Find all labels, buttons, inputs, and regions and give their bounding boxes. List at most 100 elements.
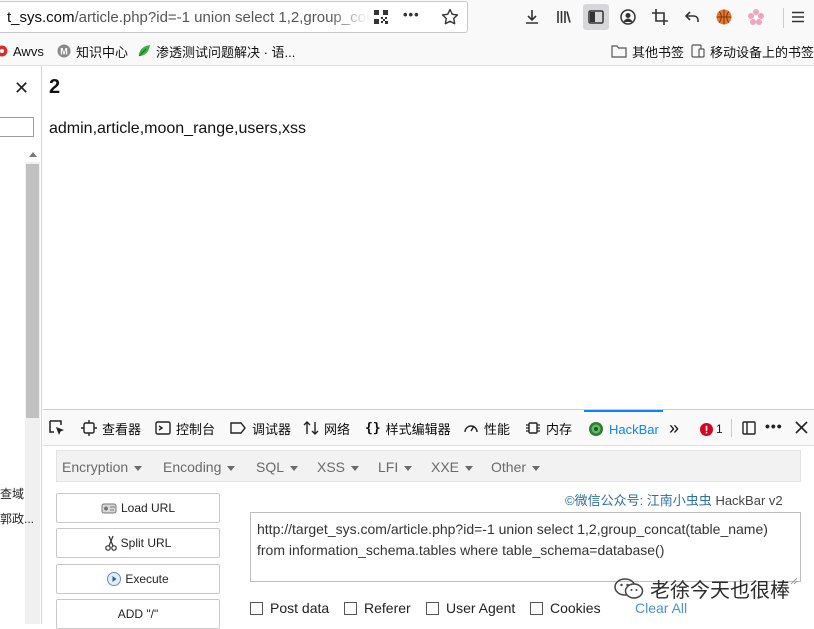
address-bar[interactable]: t_sys.com/article.php?id=-1 union select… [0, 1, 468, 33]
tab-hackbar[interactable]: HackBar [584, 410, 663, 446]
checkbox-label: User Agent [446, 600, 516, 616]
tab-debugger[interactable]: 调试器 [229, 410, 291, 446]
hackbar-brand: ©微信公众号: 江南小虫虫 HackBar v2 [565, 490, 783, 509]
checkbox-box[interactable] [250, 601, 263, 615]
tab-style-editor[interactable]: {} 样式编辑器 [365, 410, 451, 446]
menu-lfi[interactable]: LFI [378, 459, 413, 475]
caret-down-icon [290, 465, 299, 471]
basketball-extension-icon[interactable] [711, 4, 737, 30]
caret-down-icon [351, 465, 360, 471]
load-url-button[interactable]: Load URL [56, 493, 220, 523]
close-icon[interactable]: ✕ [14, 78, 29, 99]
account-icon[interactable] [615, 4, 641, 30]
menu-encoding[interactable]: Encoding [163, 459, 236, 475]
dock-side-icon[interactable] [741, 420, 757, 436]
checkbox-label: Cookies [550, 600, 601, 616]
braces-icon: {} [365, 420, 381, 436]
bookmark-star-icon[interactable] [441, 8, 459, 26]
scissors-icon [104, 535, 117, 551]
tab-console[interactable]: 控制台 [155, 410, 215, 446]
qr-code-icon[interactable] [373, 9, 389, 25]
user-agent-checkbox[interactable]: User Agent [426, 600, 515, 616]
toolbar-separator [783, 8, 784, 28]
hamburger-menu-icon[interactable] [785, 4, 811, 30]
menu-xss[interactable]: XSS [317, 459, 360, 475]
url-fade [329, 4, 369, 30]
hackbar-icon [588, 421, 604, 437]
tab-inspector[interactable]: 查看器 [81, 410, 141, 446]
error-count-badge[interactable]: 1 [700, 422, 723, 436]
bookmark-mobile[interactable]: 移动设备上的书签 [691, 42, 814, 60]
folder-icon [611, 44, 627, 58]
menu-label: Encoding [163, 459, 222, 475]
tab-label: 控制台 [176, 421, 216, 437]
close-devtools-icon[interactable] [795, 421, 808, 434]
sidebar-search-input[interactable] [0, 117, 34, 137]
bookmark-label: 渗透测试问题解决 · 语... [156, 44, 296, 60]
error-icon [700, 422, 713, 436]
bookmark-label: 移动设备上的书签 [710, 44, 814, 60]
referer-checkbox[interactable]: Referer [344, 600, 411, 616]
caret-down-icon [465, 465, 474, 471]
resize-grip-icon[interactable] [790, 572, 798, 590]
menu-encryption[interactable]: Encryption [62, 459, 143, 475]
menu-label: Other [491, 459, 527, 475]
back-arrow-icon[interactable] [679, 4, 705, 30]
bookmark-awvs[interactable]: Awvs [0, 42, 44, 60]
checkbox-box[interactable] [530, 601, 543, 615]
sidebar-toggle-icon[interactable] [583, 4, 609, 30]
tab-label: 调试器 [252, 421, 292, 437]
devtools-tab-bar: 查看器 控制台 调试器 网络 {} 样式编辑器 性能 内存 HackBar » … [43, 410, 814, 446]
split-url-button[interactable]: Split URL [56, 528, 220, 558]
sidebar-panel: ✕ 查域 郭政... [0, 66, 42, 624]
screenshot-crop-icon[interactable] [647, 4, 673, 30]
page-actions-more-icon[interactable]: ••• [403, 7, 420, 22]
menu-xxe[interactable]: XXE [431, 459, 474, 475]
scrollbar-thumb[interactable] [26, 164, 39, 418]
scroll-up-arrow-icon[interactable] [25, 146, 40, 162]
button-label: Split URL [120, 536, 172, 550]
caret-down-icon [227, 465, 236, 471]
more-tabs-chevron-icon[interactable]: » [669, 410, 679, 446]
menu-sql[interactable]: SQL [256, 459, 299, 475]
address-bar-url[interactable]: t_sys.com/article.php?id=-1 union select… [7, 9, 369, 26]
wechat-watermark: 老徐今天也很棒 [614, 574, 790, 603]
url-host: t_sys.com [7, 9, 75, 26]
menu-label: SQL [256, 459, 285, 475]
checkbox-box[interactable] [426, 601, 439, 615]
bookmark-other[interactable]: 其他书签 [611, 42, 684, 60]
flower-extension-icon[interactable] [743, 4, 769, 30]
downloads-icon[interactable] [519, 4, 545, 30]
inspector-icon [81, 420, 97, 436]
watermark-text: 老徐今天也很棒 [650, 580, 790, 602]
bookmark-knowledge-center[interactable]: M 知识中心 [57, 42, 128, 60]
tab-performance[interactable]: 性能 [463, 410, 510, 446]
add-slash-button[interactable]: ADD "/" [56, 599, 220, 629]
hackbar-menu-bar: Encryption Encoding SQL XSS LFI XXE Othe… [56, 450, 801, 482]
brand-version: HackBar v2 [715, 493, 783, 508]
menu-label: XSS [317, 459, 346, 475]
post-data-checkbox[interactable]: Post data [250, 600, 329, 616]
hackbar-url-textarea[interactable]: http://target_sys.com/article.php?id=-1 … [250, 512, 801, 582]
button-label: Execute [125, 572, 169, 586]
svg-text:M: M [60, 47, 68, 57]
wechat-icon [614, 577, 644, 600]
menu-other[interactable]: Other [491, 459, 541, 475]
bookmark-label: 其他书签 [632, 44, 685, 60]
menu-label: XXE [431, 459, 460, 475]
execute-button[interactable]: Execute [56, 564, 220, 594]
tab-label: 网络 [324, 421, 351, 437]
tab-network[interactable]: 网络 [303, 410, 350, 446]
menu-label: LFI [378, 459, 399, 475]
tab-memory[interactable]: 内存 [525, 410, 572, 446]
bookmarks-bar: Awvs M 知识中心 渗透测试问题解决 · 语... 其他书签 移动设备上的书… [0, 36, 814, 66]
load-url-icon [101, 501, 117, 515]
element-picker-icon[interactable] [48, 410, 66, 446]
library-icon[interactable] [551, 4, 577, 30]
bookmark-pentest[interactable]: 渗透测试问题解决 · 语... [137, 42, 295, 60]
network-arrows-icon [303, 420, 319, 436]
console-icon [155, 420, 171, 436]
checkbox-box[interactable] [344, 601, 357, 615]
cookies-checkbox[interactable]: Cookies [530, 600, 601, 616]
devtools-more-icon[interactable]: ••• [765, 418, 783, 434]
